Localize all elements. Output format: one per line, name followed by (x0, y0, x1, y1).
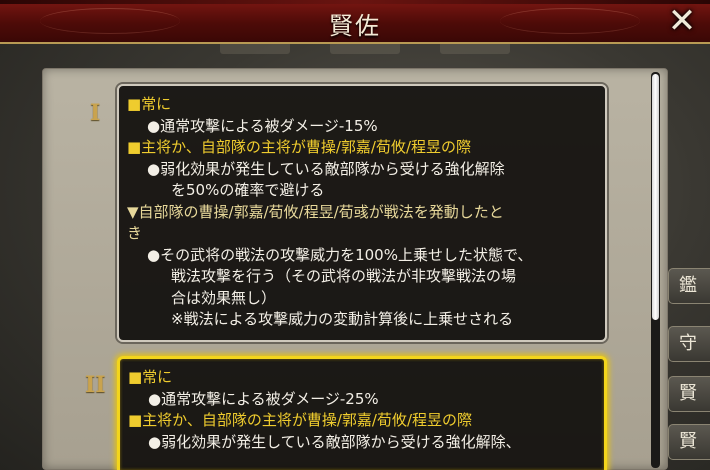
effect-line: ●通常攻撃による被ダメージ-25% (148, 389, 379, 408)
effect-line: ●弱化効果が発生している敵部隊から受ける強化解除 (147, 159, 505, 178)
effect-line-continued: を50%の確率で避ける (171, 181, 325, 199)
effect-line-continued: 戦法攻撃を行う（その武将の戦法が非攻撃戦法の場 (171, 267, 517, 285)
effect-line-continued: ※戦法による攻撃威力の変動計算後に上乗せされる (171, 310, 514, 328)
tier-numeral: II (85, 372, 106, 398)
tier-numeral: I (90, 100, 101, 126)
side-tab-button[interactable]: 賢 (668, 424, 710, 460)
scrollbar-thumb[interactable] (652, 74, 659, 320)
scrollbar[interactable] (651, 72, 660, 468)
title-bar: 賢佐 ✕ (0, 0, 710, 44)
side-tab-button[interactable]: 賢 (668, 376, 710, 412)
tier-card-selected[interactable]: ■常に ●通常攻撃による被ダメージ-25% ■主将か、自部隊の主将が曹操/郭嘉/荀攸… (117, 356, 607, 470)
side-tab-button[interactable]: 鑑 (668, 268, 710, 304)
condition-heading: ■常に (128, 368, 173, 386)
side-tab-button[interactable]: 守 (668, 326, 710, 362)
trigger-heading-continued: き (127, 224, 143, 242)
effect-line: ●通常攻撃による被ダメージ-15% (147, 116, 378, 135)
condition-heading: ■主将か、自部隊の主将が曹操/郭嘉/荀攸/程昱の際 (128, 411, 473, 429)
effect-line: ●その武将の戦法の攻撃威力を100%上乗せした状態で、 (147, 245, 533, 264)
condition-heading: ■主将か、自部隊の主将が曹操/郭嘉/荀攸/程昱の際 (127, 138, 472, 156)
close-icon[interactable]: ✕ (664, 4, 700, 40)
trigger-heading: ▼自部隊の曹操/郭嘉/荀攸/程昱/荀彧が戦法を発動したと (127, 202, 504, 221)
effect-line: ●弱化効果が発生している敵部隊から受ける強化解除、 (148, 432, 521, 451)
condition-heading: ■常に (127, 95, 172, 113)
window-title: 賢佐 (329, 12, 381, 40)
effect-line-continued: 合は効果無し） (171, 288, 277, 307)
tier-card[interactable]: ■常に ●通常攻撃による被ダメージ-15% ■主将か、自部隊の主将が曹操/郭嘉/荀攸… (117, 84, 607, 342)
